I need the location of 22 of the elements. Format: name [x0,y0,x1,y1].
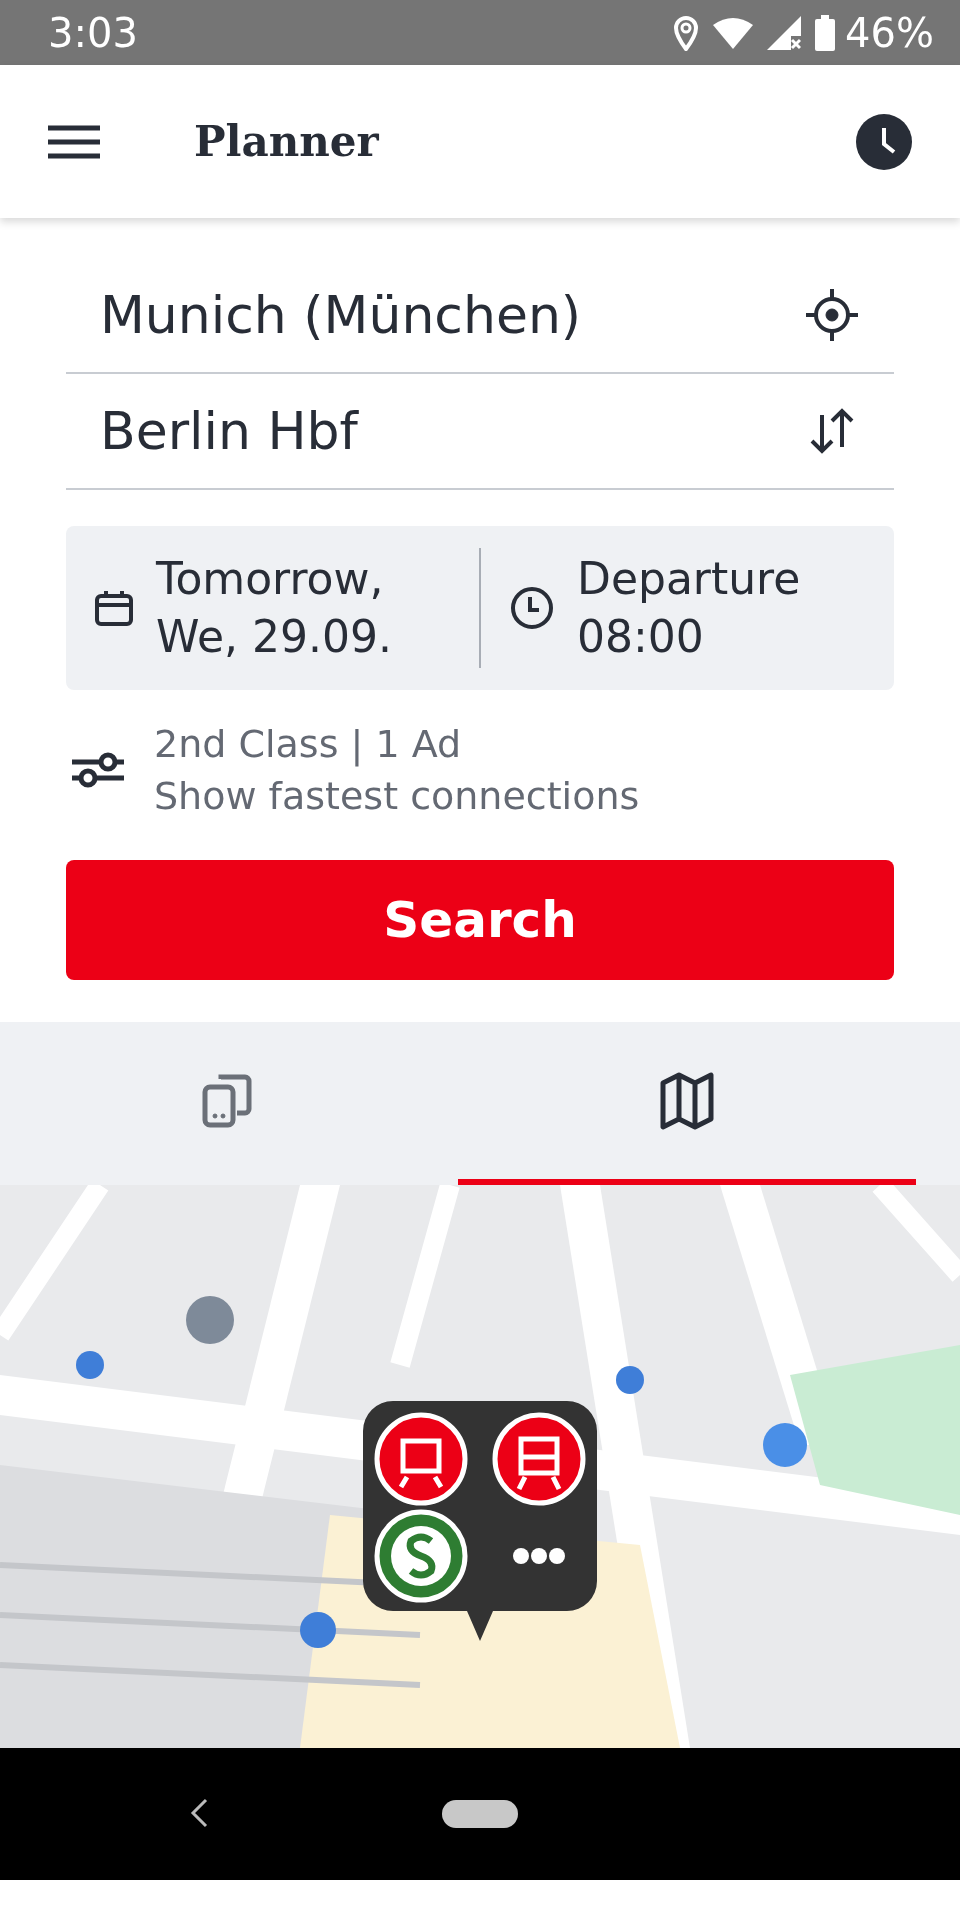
to-field[interactable]: Berlin Hbf [66,374,894,490]
signal-icon [767,15,802,50]
page-title: Planner [194,117,380,166]
location-icon [673,14,700,51]
filter-sliders-icon [70,750,126,790]
travel-options-link[interactable]: 2nd Class | 1 Ad Show fastest connections [154,718,640,822]
back-icon[interactable] [190,1798,208,1828]
menu-icon[interactable] [48,124,100,159]
history-clock-icon[interactable] [856,113,912,170]
status-time: 3:03 [48,9,138,56]
search-button[interactable]: Search [66,860,894,980]
map-icon [659,1070,715,1131]
battery-percent: 46% [845,9,934,56]
time-button[interactable]: Departure 08:00 [577,550,801,666]
home-pill-icon[interactable] [442,1800,518,1828]
clock-icon [509,585,555,631]
wifi-icon [713,16,754,49]
from-field[interactable]: Munich (München) [66,258,894,374]
battery-icon [815,14,836,51]
locate-icon [806,289,858,341]
calendar-icon [94,588,134,628]
date-button[interactable]: Tomorrow, We, 29.09. [156,550,392,666]
